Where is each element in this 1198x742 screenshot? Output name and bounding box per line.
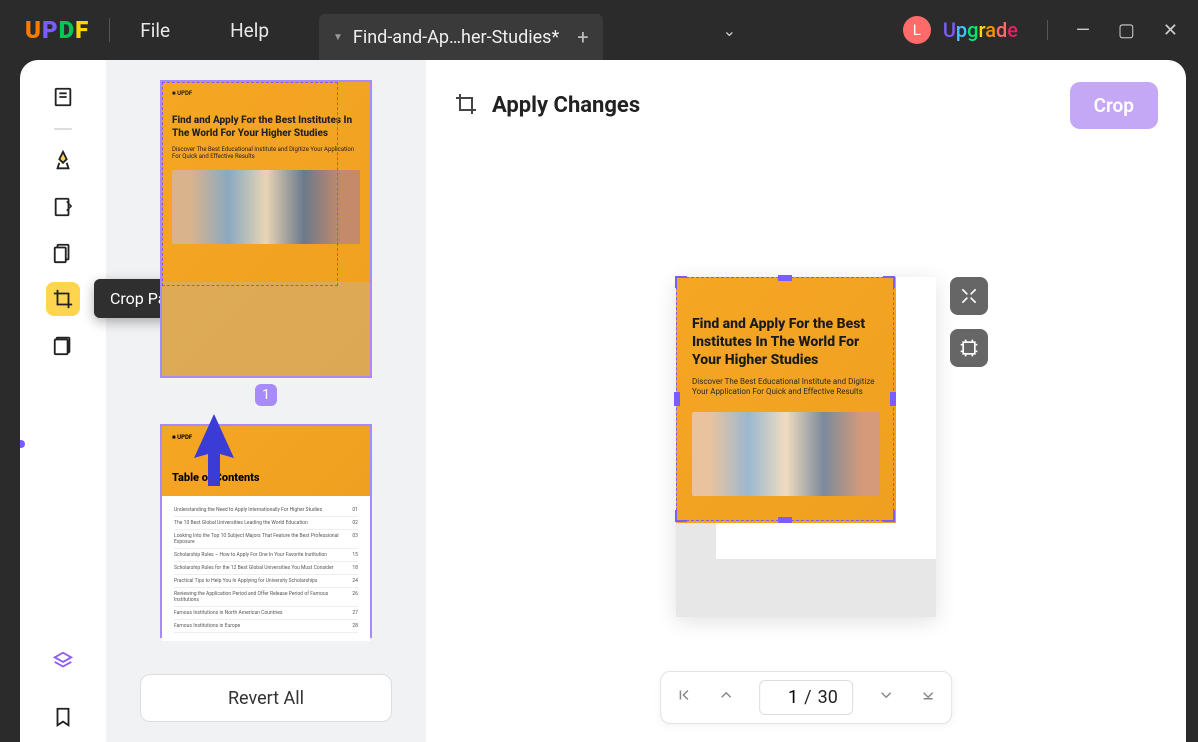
canvas-area[interactable]: Find and Apply For the Best Institutes I… — [426, 151, 1186, 742]
upgrade-button[interactable]: Upgrade — [943, 18, 1018, 42]
page-navigator: / 30 — [660, 671, 952, 724]
fit-screen-icon[interactable] — [950, 277, 988, 315]
upgrade-area[interactable]: L Upgrade — [903, 16, 1018, 44]
active-indicator-icon — [20, 440, 25, 448]
canvas-side-tools — [950, 277, 988, 367]
new-tab-icon[interactable]: + — [577, 25, 588, 49]
separator — [54, 128, 72, 130]
maximize-button[interactable]: ▢ — [1118, 20, 1135, 41]
page-number-badge: 1 — [255, 384, 277, 406]
menu-file[interactable]: File — [130, 19, 180, 42]
window-controls: — ▢ ✕ — [1047, 20, 1178, 41]
page-separator: / — [804, 687, 811, 708]
minimize-button[interactable]: — — [1076, 20, 1090, 41]
doc-image — [692, 412, 880, 496]
workspace: Crop Pages ■ UPDF Find and Apply For the… — [20, 60, 1186, 742]
page-content: Find and Apply For the Best Institutes I… — [676, 277, 896, 523]
tab-dropdown-icon[interactable]: ▼ — [333, 32, 343, 43]
avatar[interactable]: L — [903, 16, 931, 44]
left-toolbar: Crop Pages — [20, 60, 106, 742]
edit-tool[interactable] — [46, 190, 80, 224]
crop-tool[interactable] — [46, 282, 80, 316]
first-page-button[interactable] — [675, 686, 693, 709]
last-page-button[interactable] — [919, 686, 937, 709]
organize-tool[interactable] — [46, 328, 80, 362]
tabs-overflow-icon[interactable]: ⌄ — [723, 21, 736, 40]
main-header: Apply Changes Crop — [426, 60, 1186, 151]
close-button[interactable]: ✕ — [1163, 20, 1178, 41]
page-input[interactable] — [774, 687, 798, 708]
app-logo: UPDF — [25, 16, 89, 44]
divider — [1047, 20, 1048, 40]
toc-line: Reviewing the Application Period and Off… — [174, 588, 358, 607]
toc-line: Famous Institutions in North American Co… — [174, 607, 358, 620]
crop-preset-icon[interactable] — [950, 329, 988, 367]
crop-icon — [454, 92, 478, 120]
toc-line: Practical Tips to Help You In Applying f… — [174, 575, 358, 588]
crop-outline — [162, 82, 338, 286]
gray-block — [676, 559, 936, 617]
titlebar: UPDF File Help ▼ Find-and-Ap…her-Studies… — [0, 0, 1198, 60]
crop-button[interactable]: Crop — [1070, 82, 1158, 129]
prev-page-button[interactable] — [717, 686, 735, 709]
reader-tool[interactable] — [46, 80, 80, 114]
apply-changes-title: Apply Changes — [492, 93, 640, 118]
toc-title: Table of Contents — [172, 471, 360, 484]
next-page-button[interactable] — [877, 686, 895, 709]
toc-line: Famous Institutions in Europe28 — [174, 620, 358, 633]
gray-block — [676, 523, 716, 559]
layers-tool[interactable] — [46, 644, 80, 678]
document-tab[interactable]: ▼ Find-and-Ap…her-Studies* + — [319, 14, 603, 60]
menu-help[interactable]: Help — [220, 19, 279, 42]
thumbnail-page-1[interactable]: ■ UPDF Find and Apply For the Best Insti… — [160, 80, 372, 378]
toc-line: Scholarship Rules for the 12 Best Global… — [174, 562, 358, 575]
toc-line: The 10 Best Global Universities Leading … — [174, 517, 358, 530]
doc-subtitle: Discover The Best Educational Institute … — [692, 377, 880, 398]
tab-title: Find-and-Ap…her-Studies* — [353, 27, 559, 48]
highlight-tool[interactable] — [46, 144, 80, 178]
doc-brand: ■ UPDF — [172, 434, 360, 441]
divider — [109, 18, 110, 42]
page-total: 30 — [818, 687, 838, 708]
doc-title: Find and Apply For the Best Institutes I… — [692, 315, 880, 370]
main-page[interactable]: Find and Apply For the Best Institutes I… — [676, 277, 936, 617]
revert-all-button[interactable]: Revert All — [140, 674, 392, 722]
bookmark-tool[interactable] — [46, 700, 80, 734]
gray-block — [162, 282, 370, 376]
toc-line: Looking Into the Top 10 Subject Majors T… — [174, 530, 358, 549]
toc-line: Understanding the Need to Apply Internat… — [174, 504, 358, 517]
main-area: Apply Changes Crop Find and Apply For th… — [426, 60, 1186, 742]
thumbnail-page-2[interactable]: ■ UPDF Table of Contents Understanding t… — [160, 424, 372, 638]
page-input-wrap: / 30 — [759, 680, 853, 715]
thumbnails-panel: ■ UPDF Find and Apply For the Best Insti… — [106, 60, 426, 742]
pages-tool[interactable] — [46, 236, 80, 270]
toc-line: Scholarship Rules – How to Apply For One… — [174, 549, 358, 562]
toc-body: Understanding the Need to Apply Internat… — [162, 496, 370, 641]
